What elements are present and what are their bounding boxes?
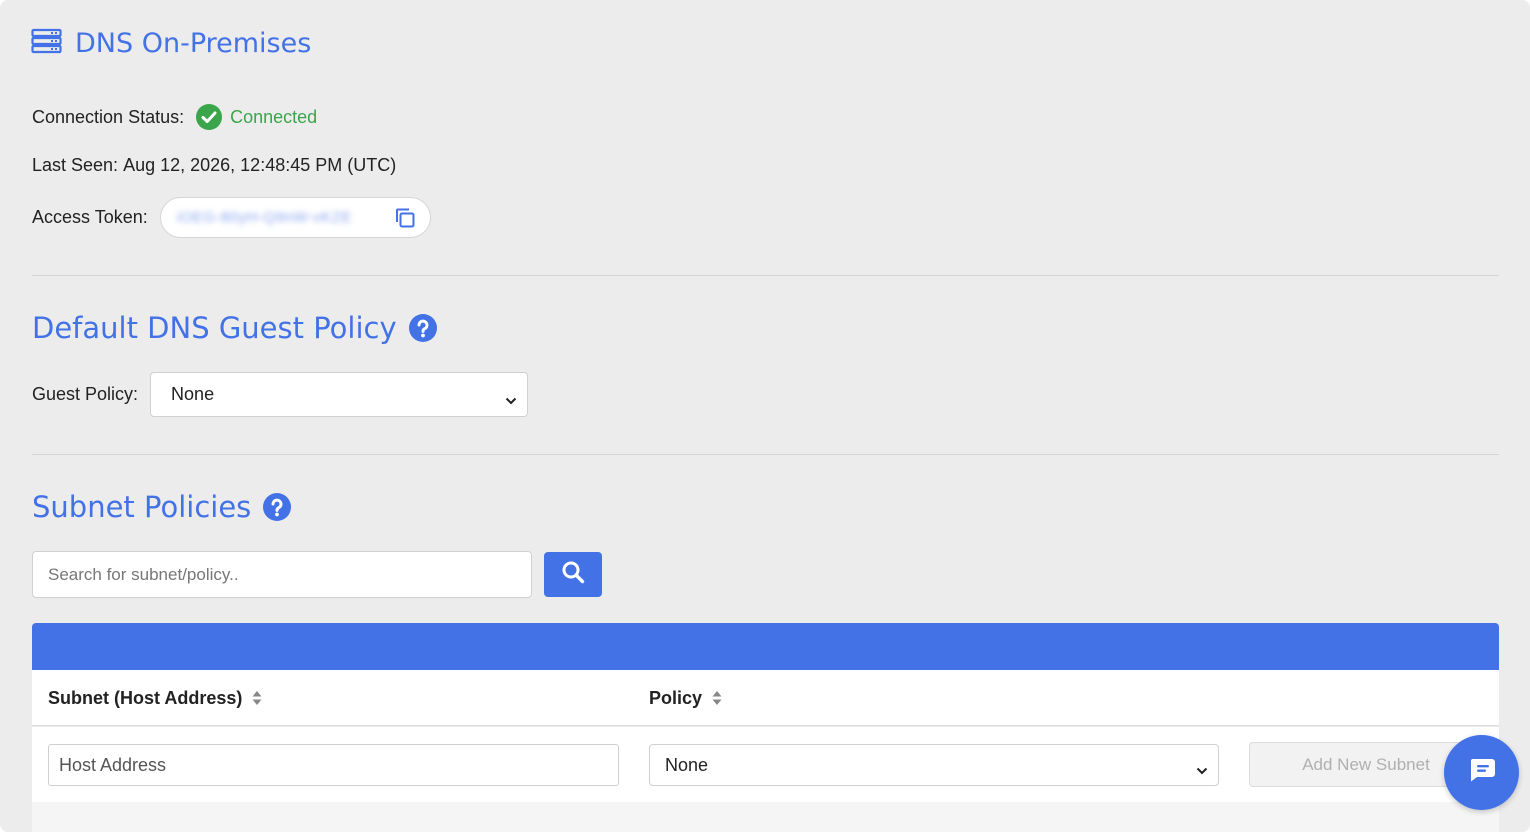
table-header-bar <box>32 623 1499 670</box>
subnet-policies-heading: Subnet Policies <box>32 490 252 524</box>
guest-policy-select[interactable]: None <box>150 372 529 417</box>
column-header-label: Subnet (Host Address) <box>48 687 243 708</box>
guest-policy-selected: None <box>171 384 215 404</box>
check-circle-icon <box>196 104 223 130</box>
access-token-field: iOEG-80yH-Q9nW-vKZE <box>159 197 431 238</box>
search-input[interactable] <box>32 551 532 598</box>
copy-icon[interactable] <box>394 207 416 234</box>
search-icon <box>561 560 585 589</box>
page-header: DNS On-Premises <box>31 28 311 59</box>
help-icon[interactable] <box>408 314 437 342</box>
last-seen-row: Last Seen: Aug 12, 2026, 12:48:45 PM (UT… <box>32 155 396 176</box>
access-token-label: Access Token: <box>32 207 148 227</box>
chevron-down-icon <box>505 390 517 411</box>
table-body <box>32 802 1499 832</box>
column-header-subnet[interactable]: Subnet (Host Address) <box>48 670 262 726</box>
subnet-policy-select[interactable]: None <box>649 744 1219 786</box>
connection-status-value: Connected <box>230 106 318 127</box>
access-token-row: Access Token: iOEG-80yH-Q9nW-vKZE <box>32 197 431 238</box>
column-header-label: Policy <box>649 687 703 708</box>
search-button[interactable] <box>544 552 602 597</box>
page-title: DNS On-Premises <box>75 28 312 59</box>
subnet-policy-selected: None <box>665 754 709 775</box>
last-seen-label: Last Seen: <box>32 155 119 175</box>
section-divider <box>32 454 1499 455</box>
guest-policy-section-title: Default DNS Guest Policy <box>32 311 437 345</box>
new-subnet-row: None Add New Subnet <box>32 727 1499 802</box>
column-header-policy[interactable]: Policy <box>649 670 722 726</box>
guest-policy-heading: Default DNS Guest Policy <box>32 311 397 345</box>
connection-status-label: Connection Status: <box>32 106 185 127</box>
sort-icon <box>712 690 722 706</box>
chat-icon <box>1467 757 1497 788</box>
sort-icon <box>252 690 262 706</box>
guest-policy-label: Guest Policy: <box>32 384 139 404</box>
chevron-down-icon <box>1196 760 1208 781</box>
host-address-input[interactable] <box>48 744 619 786</box>
guest-policy-row: Guest Policy: None <box>32 372 529 417</box>
table-header: Subnet (Host Address) Policy <box>32 670 1499 726</box>
dns-on-premises-panel: DNS On-Premises Connection Status: Conne… <box>0 0 1530 832</box>
access-token-value: iOEG-80yH-Q9nW-vKZE <box>176 209 352 226</box>
help-icon[interactable] <box>263 493 292 521</box>
subnet-policies-section-title: Subnet Policies <box>32 490 292 524</box>
last-seen-value: Aug 12, 2026, 12:48:45 PM (UTC) <box>123 155 397 175</box>
chat-button[interactable] <box>1444 735 1519 810</box>
section-divider <box>32 275 1499 276</box>
server-icon <box>31 28 75 59</box>
connection-status-row: Connection Status: Connected <box>32 104 317 130</box>
